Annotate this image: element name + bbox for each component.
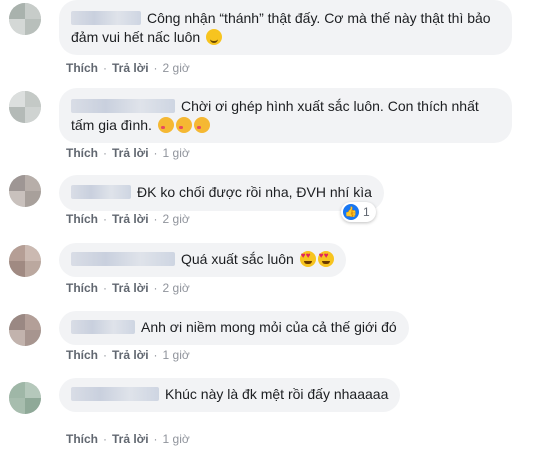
comment-bubble: Chời ơi ghép hình xuất sắc luôn. Con thí… [59, 88, 512, 143]
comment-text: Anh ơi niềm mong mỏi của cả thế giới đó [141, 319, 397, 335]
author-name-blurred[interactable] [71, 11, 141, 25]
like-link[interactable]: Thích [66, 146, 98, 160]
comment-bubble: Công nhận “thánh” thật đấy. Cơ mà thế nà… [59, 0, 512, 55]
heart-eyes-emoji-icon [317, 251, 334, 267]
comment-actions: Thích · Trả lời · 2 giờ [66, 61, 190, 75]
comment-text: Khúc này là đk mệt rồi đấy nhaaaaa [165, 386, 389, 402]
like-link[interactable]: Thích [66, 281, 98, 295]
timestamp[interactable]: 2 giờ [163, 281, 190, 295]
timestamp[interactable]: 1 giờ [163, 348, 190, 362]
comment-bubble: Quá xuất sắc luôn [59, 243, 346, 277]
avatar[interactable] [9, 245, 41, 277]
comment-actions: Thích · Trả lời · 2 giờ [66, 281, 190, 295]
like-link[interactable]: Thích [66, 348, 98, 362]
comment-bubble: ĐK ko chối được rồi nha, ĐVH nhí kìa [59, 175, 384, 211]
kiss-emoji-icon [193, 117, 210, 133]
like-link[interactable]: Thích [66, 432, 98, 446]
author-name-blurred[interactable] [71, 387, 159, 401]
author-name-blurred[interactable] [71, 252, 175, 266]
like-link[interactable]: Thích [66, 61, 98, 75]
comment-actions: Thích · Trả lời · 1 giờ [66, 432, 190, 446]
avatar[interactable] [9, 382, 41, 414]
reply-link[interactable]: Trả lời [112, 212, 149, 226]
comment-bubble: Anh ơi niềm mong mỏi của cả thế giới đó [59, 311, 409, 345]
like-link[interactable]: Thích [66, 212, 98, 226]
timestamp[interactable]: 2 giờ [163, 212, 190, 226]
comment-actions: Thích · Trả lời · 2 giờ [66, 212, 190, 226]
avatar[interactable] [9, 175, 41, 207]
comment-actions: Thích · Trả lời · 1 giờ [66, 348, 190, 362]
comment-bubble: Khúc này là đk mệt rồi đấy nhaaaaa [59, 378, 401, 412]
kiss-emoji-icon [157, 117, 174, 133]
comment-text: Quá xuất sắc luôn [181, 251, 294, 267]
author-name-blurred[interactable] [71, 99, 175, 113]
reply-link[interactable]: Trả lời [112, 146, 149, 160]
avatar[interactable] [9, 91, 41, 123]
reply-link[interactable]: Trả lời [112, 61, 149, 75]
reply-link[interactable]: Trả lời [112, 348, 149, 362]
reaction-count-value: 1 [363, 205, 370, 219]
heart-eyes-emoji-icon [299, 251, 316, 267]
reply-link[interactable]: Trả lời [112, 281, 149, 295]
author-name-blurred[interactable] [71, 320, 135, 334]
kiss-emoji-icon [175, 117, 192, 133]
author-name-blurred[interactable] [71, 185, 131, 199]
smile-emoji-icon [206, 29, 223, 45]
like-icon: 👍 [343, 204, 359, 220]
avatar[interactable] [9, 314, 41, 346]
timestamp[interactable]: 1 giờ [163, 146, 190, 160]
reaction-count[interactable]: 👍 1 [341, 202, 376, 222]
comment-actions: Thích · Trả lời · 1 giờ [66, 146, 190, 160]
timestamp[interactable]: 2 giờ [163, 61, 190, 75]
avatar[interactable] [9, 3, 41, 35]
comment-text: ĐK ko chối được rồi nha, ĐVH nhí kìa [137, 184, 372, 200]
reply-link[interactable]: Trả lời [112, 432, 149, 446]
timestamp[interactable]: 1 giờ [163, 432, 190, 446]
